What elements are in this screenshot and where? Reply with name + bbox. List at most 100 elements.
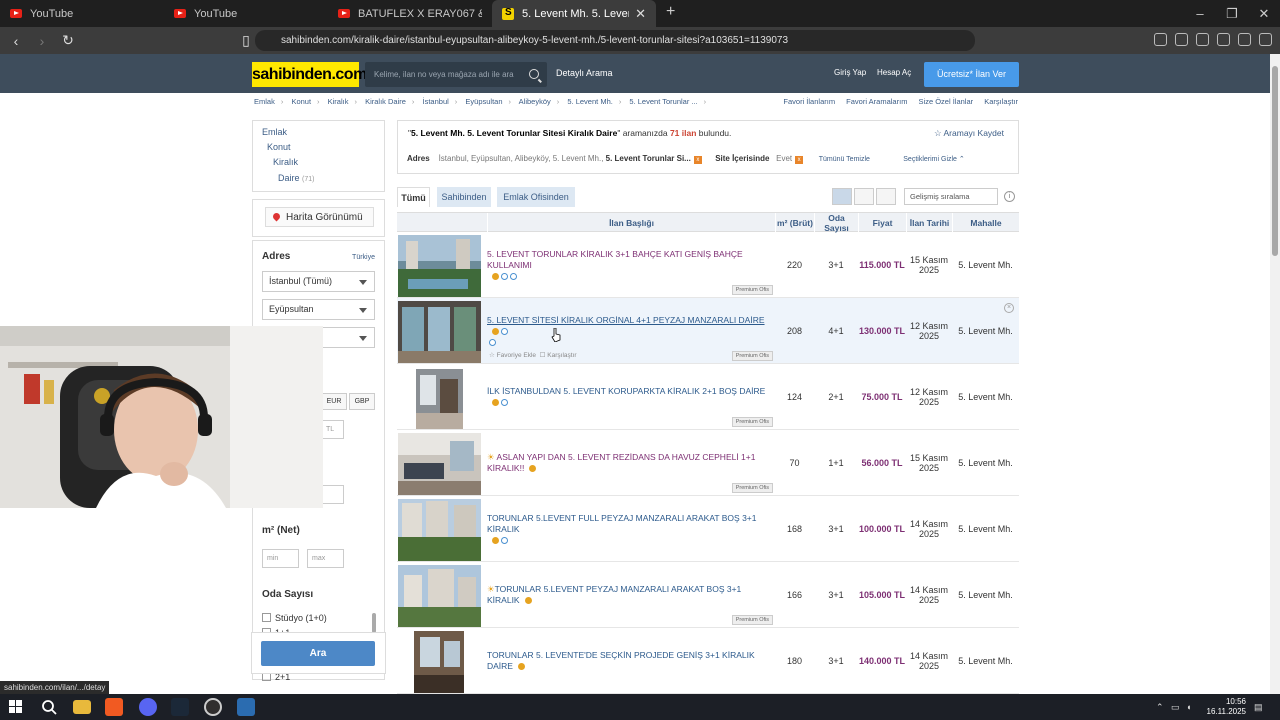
browser-tab[interactable]: YouTube — [0, 0, 164, 27]
listing-thumbnail[interactable] — [398, 433, 481, 495]
table-row[interactable]: ☀TORUNLAR 5.LEVENT PEYZAJ MANZARALI ARAK… — [397, 562, 1019, 628]
site-logo[interactable]: sahibinden.com — [252, 62, 367, 87]
hide-selected-link[interactable]: Seçtiklerimi Gizle — [903, 156, 957, 163]
sidebar-icon[interactable] — [1217, 33, 1230, 46]
post-ad-button[interactable]: Ücretsiz* İlan Ver — [924, 62, 1019, 87]
breadcrumb-item[interactable]: 5. Levent Torunlar ... — [629, 97, 697, 106]
country-link[interactable]: Türkiye — [352, 254, 375, 261]
extension-icon[interactable] — [1196, 33, 1209, 46]
taskbar-clock[interactable]: 10:56 16.11.2025 — [1207, 697, 1246, 717]
add-favorite-link[interactable]: Favoriye Ekle — [497, 352, 536, 359]
listing-thumbnail[interactable] — [398, 631, 481, 693]
steam-icon[interactable] — [171, 698, 189, 716]
col-price[interactable]: Fiyat — [858, 213, 906, 232]
close-tab-icon[interactable]: ✕ — [635, 6, 646, 22]
list-view-icon[interactable] — [854, 188, 874, 205]
table-row[interactable]: 5. LEVENT TORUNLAR KİRALIK 3+1 BAHÇE KAT… — [397, 232, 1019, 298]
info-icon[interactable]: i — [1004, 191, 1015, 202]
close-window-button[interactable]: ✕ — [1248, 0, 1280, 27]
currency-input[interactable]: TL — [321, 420, 344, 439]
favorite-listings-link[interactable]: Favori İlanlarım — [783, 97, 835, 106]
category-daire[interactable]: Daire (71) — [278, 173, 314, 183]
menu-icon[interactable] — [1259, 33, 1272, 46]
listing-title-link[interactable]: ☀TORUNLAR 5.LEVENT PEYZAJ MANZARALI ARAK… — [487, 584, 772, 606]
detailed-search-link[interactable]: Detaylı Arama — [556, 68, 613, 78]
windows-start-icon[interactable] — [9, 700, 22, 713]
listing-thumbnail[interactable] — [398, 499, 481, 561]
browser-tab[interactable]: YouTube — [164, 0, 328, 27]
table-row[interactable]: 5. LEVENT SİTESİ KİRALIK ORGİNAL 4+1 PEY… — [397, 298, 1019, 364]
notifications-icon[interactable]: ▤ — [1254, 702, 1263, 713]
browser-tab[interactable]: BATUFLEX X ERAY067 & MANSUR - E — [328, 0, 492, 27]
col-m2[interactable]: m² (Brüt) — [775, 213, 814, 232]
tab-agency[interactable]: Emlak Ofisinden — [497, 187, 575, 207]
volume-icon[interactable]: ◖ — [1186, 702, 1191, 712]
listing-thumbnail[interactable] — [398, 235, 481, 297]
breadcrumb-item[interactable]: 5. Levent Mh. — [567, 97, 612, 106]
reload-icon[interactable]: ↻ — [58, 32, 78, 49]
rooms-scrollbar[interactable] — [372, 613, 376, 633]
brave-browser-icon[interactable] — [105, 698, 123, 716]
browser-tab-active[interactable]: S 5. Levent Mh. 5. Levent Torunlar ✕ — [492, 0, 656, 27]
extension-icon[interactable] — [1175, 33, 1188, 46]
category-kiralik[interactable]: Kiralık — [273, 157, 298, 167]
category-konut[interactable]: Konut — [267, 142, 291, 152]
table-row[interactable]: TORUNLAR 5.LEVENT FULL PEYZAJ MANZARALI … — [397, 496, 1019, 562]
address-bar[interactable]: sahibinden.com/kiralik-daire/istanbul-ey… — [255, 30, 975, 51]
breadcrumb-item[interactable]: Alibeyköy — [519, 97, 551, 106]
listing-thumbnail[interactable] — [398, 301, 481, 363]
breadcrumb-item[interactable]: Emlak — [254, 97, 275, 106]
tray-arrow-icon[interactable]: ⌃ — [1156, 702, 1164, 713]
compare-link[interactable]: Karşılaştır — [984, 97, 1018, 106]
breadcrumb-item[interactable]: Kiralık — [328, 97, 349, 106]
remove-filter-icon[interactable]: x — [795, 156, 804, 164]
breadcrumb-item[interactable]: Konut — [291, 97, 311, 106]
bookmark-icon[interactable]: ▯ — [236, 32, 256, 49]
map-view-button[interactable]: Harita Görünümü — [265, 207, 374, 227]
city-select[interactable]: İstanbul (Tümü) — [262, 271, 375, 292]
table-row[interactable]: ☀ ASLAN YAPI DAN 5. LEVENT REZİDANS DA H… — [397, 430, 1019, 496]
checkbox[interactable] — [262, 613, 271, 622]
listing-title-link[interactable]: İLK İSTANBULDAN 5. LEVENT KORUPARKTA KİR… — [487, 386, 772, 408]
hide-listing-icon[interactable]: × — [1004, 303, 1014, 313]
tab-owner[interactable]: Sahibinden — [437, 187, 491, 207]
save-search-link[interactable]: ☆ Aramayı Kaydet — [934, 128, 1004, 139]
district-select[interactable]: Eyüpsultan — [262, 299, 375, 320]
room-option[interactable]: Stüdyo (1+0) — [262, 613, 327, 623]
favorite-searches-link[interactable]: Favori Aramalarım — [846, 97, 907, 106]
extension-icon[interactable] — [1154, 33, 1167, 46]
category-emlak[interactable]: Emlak — [262, 127, 287, 137]
table-view-icon[interactable] — [832, 188, 852, 205]
table-row[interactable]: İLK İSTANBULDAN 5. LEVENT KORUPARKTA KİR… — [397, 364, 1019, 430]
new-tab-button[interactable]: + — [656, 0, 685, 27]
login-link[interactable]: Giriş Yap — [834, 68, 866, 77]
obs-icon[interactable] — [204, 698, 222, 716]
listing-title-link[interactable]: TORUNLAR 5.LEVENT FULL PEYZAJ MANZARALI … — [487, 513, 772, 546]
listing-title-link[interactable]: 5. LEVENT TORUNLAR KİRALIK 3+1 BAHÇE KAT… — [487, 249, 772, 282]
wallet-icon[interactable] — [1238, 33, 1251, 46]
search-taskbar-icon[interactable] — [40, 698, 58, 716]
restore-button[interactable]: ❐ — [1216, 0, 1248, 27]
search-submit-button[interactable]: Ara — [261, 641, 375, 666]
listing-title-link[interactable]: TORUNLAR 5. LEVENTE'DE SEÇKİN PROJEDE GE… — [487, 650, 772, 672]
clear-all-link[interactable]: Tümünü Temizle — [819, 156, 870, 163]
page-scrollbar[interactable] — [1270, 54, 1280, 694]
col-district[interactable]: Mahalle — [952, 213, 1019, 232]
m2-min-input[interactable]: min — [262, 549, 299, 568]
col-rooms[interactable]: Oda Sayısı — [814, 213, 858, 233]
chevron-up-icon[interactable]: ⌃ — [957, 156, 965, 163]
listing-title-link[interactable]: 5. LEVENT SİTESİ KİRALIK ORGİNAL 4+1 PEY… — [487, 315, 772, 348]
network-icon[interactable]: ▭ — [1171, 702, 1180, 713]
gallery-view-icon[interactable] — [876, 188, 896, 205]
m2-max-input[interactable]: max — [307, 549, 344, 568]
search-input[interactable]: Kelime, ilan no veya mağaza adı ile ara — [365, 62, 547, 87]
breadcrumb-item[interactable]: Eyüpsultan — [465, 97, 502, 106]
listing-title-link[interactable]: ☀ ASLAN YAPI DAN 5. LEVENT REZİDANS DA H… — [487, 452, 772, 474]
back-icon[interactable]: ‹ — [6, 33, 26, 49]
scrollbar-thumb[interactable] — [1272, 66, 1278, 256]
discord-icon[interactable] — [139, 698, 157, 716]
remove-filter-icon[interactable]: x — [693, 156, 702, 164]
currency-gbp-button[interactable]: GBP — [349, 393, 375, 410]
app-icon[interactable] — [237, 698, 255, 716]
forward-icon[interactable]: › — [32, 33, 52, 49]
